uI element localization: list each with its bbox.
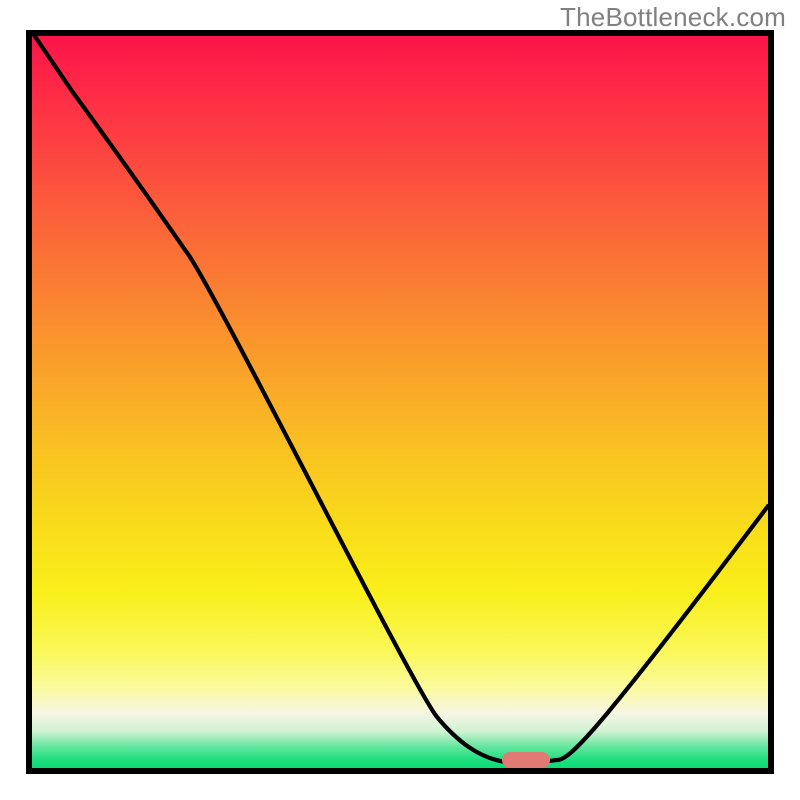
- chart-container: TheBottleneck.com: [0, 0, 800, 800]
- bottleneck-curve: [32, 36, 768, 768]
- plot-area: [26, 30, 774, 774]
- optimal-marker: [502, 752, 550, 768]
- watermark-text: TheBottleneck.com: [560, 2, 786, 33]
